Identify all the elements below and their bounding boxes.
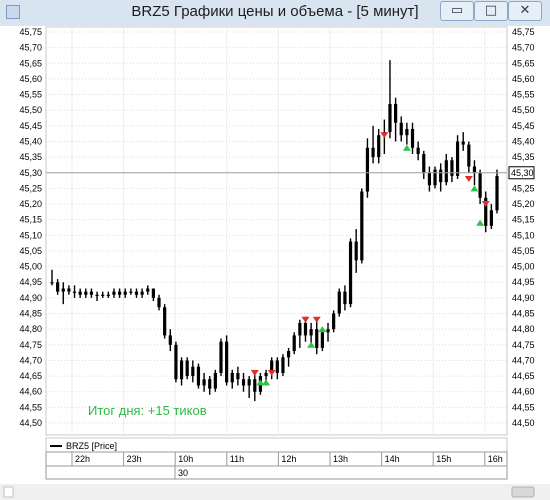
day-result-annotation: Итог дня: +15 тиков: [88, 403, 207, 418]
y-tick-label-left: 44,80: [19, 324, 42, 334]
y-tick-label-right: 44,75: [512, 340, 535, 350]
y-tick-label-right: 45,70: [512, 43, 535, 53]
y-tick-label-right: 44,95: [512, 277, 535, 287]
x-tick-label: 16h: [488, 454, 503, 464]
y-tick-label-left: 44,50: [19, 418, 42, 428]
x-tick-label: 14h: [385, 454, 400, 464]
y-tick-label-left: 45,55: [19, 90, 42, 100]
price-bar: [219, 338, 223, 377]
y-tick-label-left: 45,35: [19, 152, 42, 162]
date-label: 30: [178, 468, 188, 478]
x-tick-label: 22h: [75, 454, 90, 464]
price-bar: [281, 354, 285, 377]
y-tick-label-left: 45,45: [19, 121, 42, 131]
y-tick-label-right: 45,50: [512, 105, 535, 115]
y-tick-label-left: 45,40: [19, 136, 42, 146]
y-tick-label-right: 45,55: [512, 90, 535, 100]
y-tick-label-right: 44,70: [512, 355, 535, 365]
y-tick-label-right: 45,15: [512, 215, 535, 225]
y-tick-label-left: 45,75: [19, 27, 42, 37]
y-tick-label-left: 45,60: [19, 74, 42, 84]
price-bar: [174, 341, 178, 383]
price-bar: [337, 288, 341, 317]
current-price-label: 45,30: [511, 168, 534, 178]
x-tick-label: 11h: [230, 454, 244, 464]
y-tick-label-left: 44,85: [19, 309, 42, 319]
y-tick-label-left: 45,65: [19, 58, 42, 68]
price-bar: [225, 335, 229, 386]
y-tick-label-left: 45,00: [19, 262, 42, 272]
y-tick-label-right: 44,90: [512, 293, 535, 303]
y-tick-label-right: 45,10: [512, 230, 535, 240]
y-tick-label-right: 44,65: [512, 371, 535, 381]
y-tick-label-right: 44,80: [512, 324, 535, 334]
price-bar: [163, 304, 167, 339]
x-tick-label: 13h: [333, 454, 348, 464]
price-bar: [332, 310, 336, 333]
x-tick-label: 12h: [281, 454, 296, 464]
y-tick-label-left: 45,05: [19, 246, 42, 256]
y-tick-label-right: 44,55: [512, 402, 535, 412]
price-bar: [360, 188, 364, 264]
y-tick-label-left: 45,30: [19, 168, 42, 178]
price-bar: [196, 363, 201, 389]
price-bar: [495, 169, 499, 214]
x-tick-label: 15h: [436, 454, 451, 464]
horizontal-scrollbar[interactable]: [0, 484, 550, 500]
date-axis: [45, 465, 508, 480]
y-tick-label-right: 45,25: [512, 183, 535, 193]
plot-area: [45, 26, 508, 436]
y-tick-label-left: 44,75: [19, 340, 42, 350]
y-tick-label-right: 45,60: [512, 74, 535, 84]
x-tick-label: 23h: [127, 454, 142, 464]
x-tick-label: 10h: [178, 454, 193, 464]
y-tick-label-left: 45,50: [19, 105, 42, 115]
price-bar: [213, 369, 217, 392]
y-tick-label-right: 45,05: [512, 246, 535, 256]
price-chart: 45,75 45,70 45,65 45,60 45,55 45,50 45,45 45,40…: [0, 26, 550, 500]
y-tick-label-right: 44,60: [512, 387, 535, 397]
y-tick-label-right: 45,00: [512, 262, 535, 272]
y-tick-label-left: 44,55: [19, 402, 42, 412]
price-bar: [292, 332, 296, 355]
scrollbar-thumb[interactable]: [511, 486, 535, 498]
y-tick-label-right: 45,45: [512, 121, 535, 131]
y-tick-label-left: 44,90: [19, 293, 42, 303]
price-bar: [433, 166, 437, 189]
y-tick-label-right: 44,50: [512, 418, 535, 428]
y-tick-label-left: 44,70: [19, 355, 42, 365]
y-tick-label-left: 45,20: [19, 199, 42, 209]
y-tick-label-left: 45,25: [19, 183, 42, 193]
y-tick-label-right: 45,65: [512, 58, 535, 68]
y-tick-label-left: 45,10: [19, 230, 42, 240]
y-tick-label-right: 44,85: [512, 309, 535, 319]
y-tick-label-left: 44,60: [19, 387, 42, 397]
y-tick-label-left: 44,65: [19, 371, 42, 381]
price-bar: [185, 357, 189, 380]
y-tick-label-left: 45,15: [19, 215, 42, 225]
legend-text: BRZ5 [Price]: [66, 441, 117, 451]
y-tick-label-left: 44,95: [19, 277, 42, 287]
y-tick-label-right: 45,20: [512, 199, 535, 209]
price-bar: [348, 238, 353, 308]
y-tick-label-left: 45,70: [19, 43, 42, 53]
y-tick-label-right: 45,40: [512, 136, 535, 146]
y-tick-label-right: 45,35: [512, 152, 535, 162]
scroll-left-arrow[interactable]: [3, 486, 14, 498]
price-bar: [320, 329, 324, 352]
y-tick-label-right: 45,75: [512, 27, 535, 37]
